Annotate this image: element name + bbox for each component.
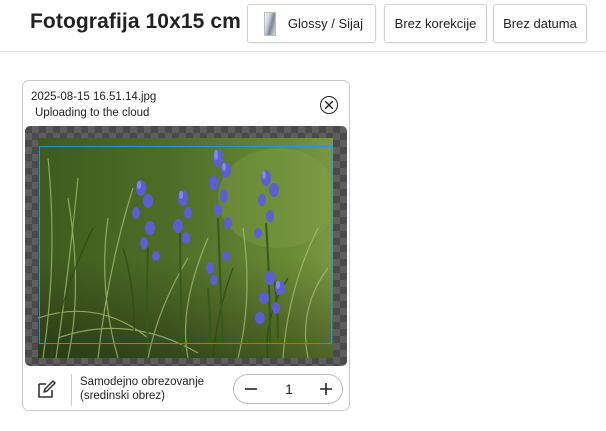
- quantity-stepper: 1: [233, 374, 343, 404]
- close-circle-icon[interactable]: [320, 96, 338, 114]
- date-label: Brez datuma: [503, 16, 577, 31]
- crop-mode-label: Samodejno obrezovanje: [80, 376, 205, 388]
- top-bar: Fotografija 10x15 cm Glossy / Sijaj Brez…: [0, 0, 606, 52]
- correction-label: Brez korekcije: [394, 16, 477, 31]
- pencil-edit-icon[interactable]: [36, 378, 58, 400]
- paper-type-label: Glossy / Sijaj: [287, 16, 364, 31]
- crop-frame[interactable]: [39, 146, 332, 344]
- footer-divider: [71, 374, 72, 406]
- plus-icon: [320, 383, 332, 395]
- minus-icon: [245, 388, 257, 390]
- photo-preview[interactable]: [25, 126, 347, 366]
- increase-quantity-button[interactable]: [311, 375, 341, 403]
- paper-type-button[interactable]: Glossy / Sijaj: [247, 4, 376, 43]
- product-title: Fotografija 10x15 cm: [30, 10, 241, 33]
- upload-status: Uploading to the cloud: [35, 107, 150, 119]
- photo-card: 2025-08-15 16.51.14.jpg Uploading to the…: [22, 80, 350, 411]
- photo-filename: 2025-08-15 16.51.14.jpg: [31, 91, 157, 103]
- date-button[interactable]: Brez datuma: [493, 4, 587, 43]
- photo-card-footer: Samodejno obrezovanje (sredinski obrez) …: [23, 368, 349, 410]
- decrease-quantity-button[interactable]: [236, 375, 266, 403]
- correction-button[interactable]: Brez korekcije: [384, 4, 487, 43]
- glossy-paper-icon: [263, 11, 276, 36]
- crop-mode-sublabel: (sredinski obrez): [80, 390, 165, 402]
- quantity-value[interactable]: 1: [274, 381, 304, 397]
